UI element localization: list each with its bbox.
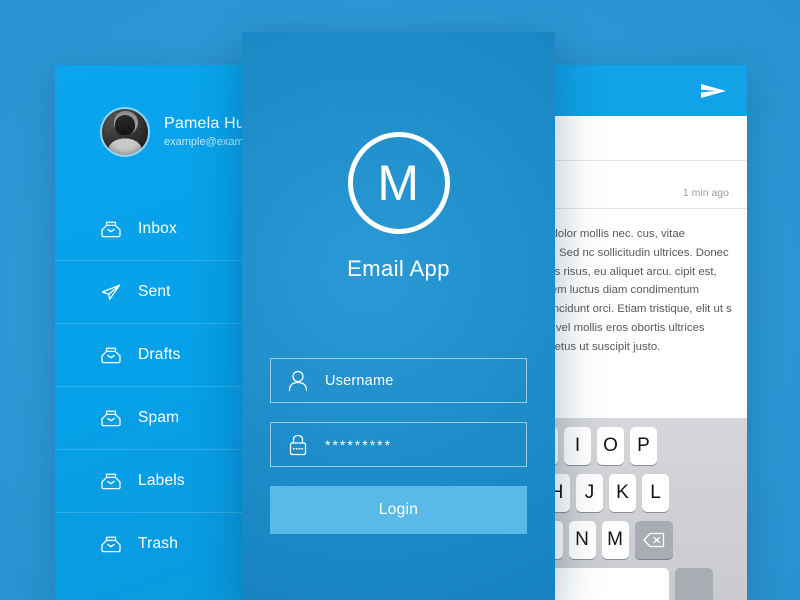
login-button[interactable]: Login: [270, 486, 527, 534]
space-key[interactable]: [548, 568, 669, 600]
key-m[interactable]: M: [601, 521, 629, 559]
sidebar-item-label: Inbox: [138, 219, 177, 237]
key-l[interactable]: L: [642, 474, 669, 512]
inbox-tray-icon: [100, 346, 122, 364]
sidebar-item-label: Labels: [138, 472, 185, 489]
return-key[interactable]: [674, 568, 713, 600]
key-i[interactable]: I: [564, 427, 591, 465]
inbox-tray-icon: [100, 220, 122, 238]
key-n[interactable]: N: [568, 521, 596, 559]
inbox-tray-icon: [100, 535, 122, 553]
logo-letter: M: [377, 155, 420, 211]
sidebar-item-label: Spam: [138, 409, 180, 426]
logo-wrap: M: [242, 132, 555, 234]
key-o[interactable]: O: [597, 427, 624, 465]
inbox-tray-icon: [100, 409, 122, 427]
inbox-tray-icon: [100, 472, 122, 490]
sidebar-item-label: Drafts: [138, 346, 181, 363]
key-k[interactable]: K: [609, 474, 636, 512]
login-card: M Email App Username ********* Login: [242, 32, 555, 600]
backspace-icon: [642, 532, 665, 548]
paper-plane-icon: [100, 283, 122, 301]
username-placeholder: Username: [325, 372, 394, 389]
password-value: *********: [325, 436, 393, 453]
login-form: Username ********* Login: [242, 358, 555, 534]
avatar: [100, 107, 150, 157]
password-field[interactable]: *********: [270, 422, 527, 467]
screenshot-stage: Pamela Hunt example@example. Inbox Sent …: [0, 0, 800, 600]
app-title: Email App: [347, 256, 450, 281]
app-logo-icon: M: [347, 132, 450, 234]
sidebar-item-label: Sent: [138, 283, 171, 300]
send-icon[interactable]: [699, 81, 729, 101]
username-field[interactable]: Username: [270, 358, 527, 403]
sidebar-item-label: Trash: [138, 535, 179, 552]
padlock-icon: [287, 433, 309, 457]
backspace-key[interactable]: [634, 521, 673, 559]
key-p[interactable]: P: [630, 427, 657, 465]
key-j[interactable]: J: [576, 474, 603, 512]
user-icon: [287, 369, 309, 393]
mail-timestamp: 1 min ago: [682, 187, 729, 199]
